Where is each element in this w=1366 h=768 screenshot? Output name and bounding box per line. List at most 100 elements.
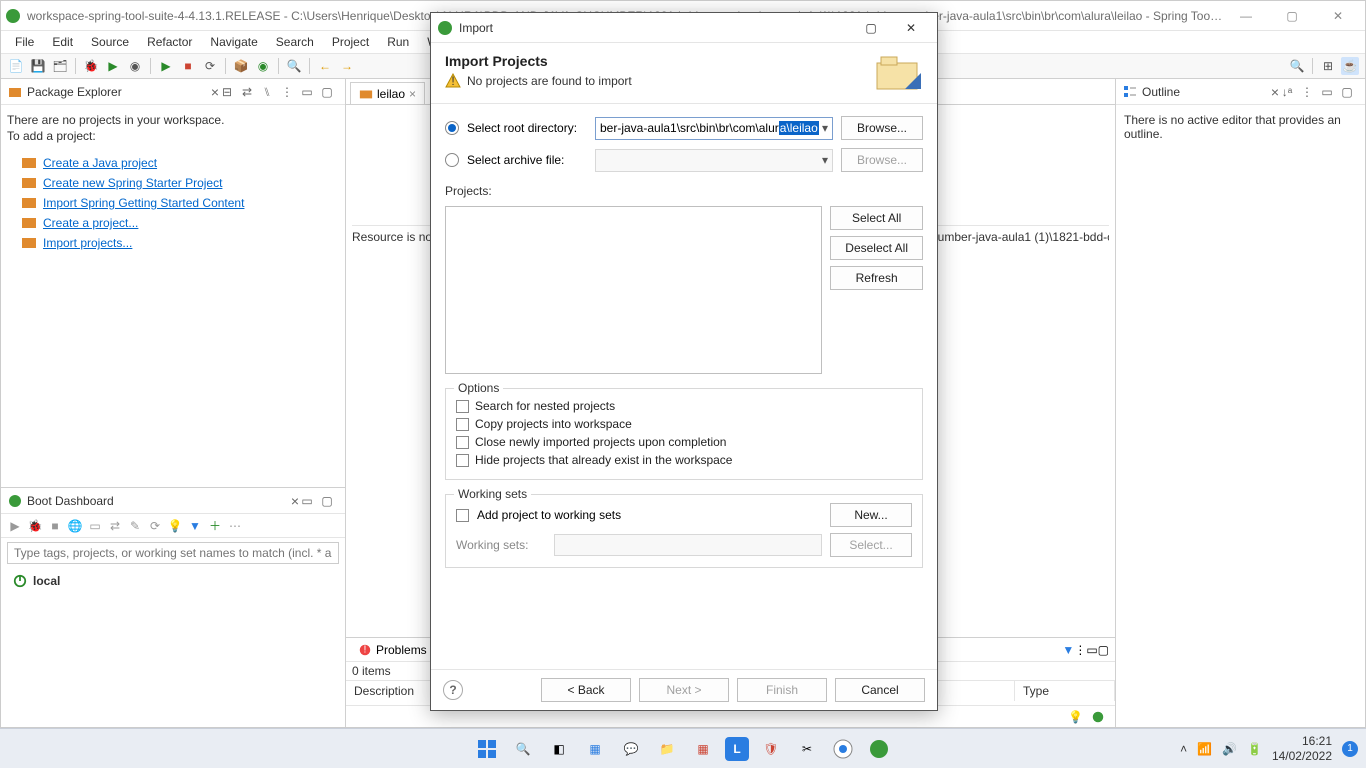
checkbox-close-imported[interactable] xyxy=(456,436,469,449)
coverage-icon[interactable]: ◉ xyxy=(126,57,144,75)
relaunch-icon[interactable]: ⟳ xyxy=(201,57,219,75)
menu-navigate[interactable]: Navigate xyxy=(202,33,265,51)
app-icon-2[interactable]: L xyxy=(725,737,749,761)
link-label[interactable]: Import Spring Getting Started Content xyxy=(43,196,244,210)
link-label[interactable]: Create a project... xyxy=(43,216,138,230)
menu-edit[interactable]: Edit xyxy=(44,33,81,51)
new-working-set-button[interactable]: New... xyxy=(830,503,912,527)
chat-icon[interactable]: 💬 xyxy=(617,735,645,763)
link-editor-icon[interactable]: ⇄ xyxy=(239,84,255,100)
menu-run[interactable]: Run xyxy=(379,33,417,51)
bd-menu-icon[interactable]: ⋯ xyxy=(227,518,243,534)
debug-icon[interactable]: 🐞 xyxy=(82,57,100,75)
link-label[interactable]: Create new Spring Starter Project xyxy=(43,176,222,190)
link-import-spring-gs[interactable]: Import Spring Getting Started Content xyxy=(7,193,339,213)
start-icon[interactable] xyxy=(473,735,501,763)
spring-status-icon[interactable] xyxy=(1091,710,1105,724)
col-type[interactable]: Type xyxy=(1015,681,1115,701)
link-label[interactable]: Import projects... xyxy=(43,236,132,250)
chevron-down-icon[interactable]: ▾ xyxy=(822,121,828,135)
menu-search[interactable]: Search xyxy=(268,33,322,51)
checkbox-add-working-set[interactable] xyxy=(456,509,469,522)
bd-filter-icon[interactable]: ▼ xyxy=(187,518,203,534)
link-create-project[interactable]: Create a project... xyxy=(7,213,339,233)
run-last-icon[interactable]: ▶ xyxy=(157,57,175,75)
view-menu-icon[interactable]: ⋮ xyxy=(279,84,295,100)
collapse-all-icon[interactable]: ⊟ xyxy=(219,84,235,100)
tip-icon[interactable]: 💡 xyxy=(1068,710,1083,724)
spring-tool-icon[interactable] xyxy=(865,735,893,763)
run-icon[interactable]: ▶ xyxy=(104,57,122,75)
mcafee-icon[interactable]: 🛡 xyxy=(757,735,785,763)
new-package-icon[interactable]: 📦 xyxy=(232,57,250,75)
maximize-button[interactable]: ▢ xyxy=(1269,1,1315,31)
deselect-all-button[interactable]: Deselect All xyxy=(830,236,923,260)
wifi-icon[interactable]: 📶 xyxy=(1197,742,1212,756)
link-create-java-project[interactable]: Create a Java project xyxy=(7,153,339,173)
minimize-view-icon[interactable]: ▭ xyxy=(1086,643,1097,657)
boot-dashboard-node-local[interactable]: local xyxy=(13,574,333,588)
quick-access-icon[interactable]: 🔍 xyxy=(1288,57,1306,75)
search-icon[interactable]: 🔍 xyxy=(285,57,303,75)
bd-stop-icon[interactable]: ■ xyxy=(47,518,63,534)
widgets-icon[interactable]: ▦ xyxy=(581,735,609,763)
link-create-spring-starter[interactable]: Create new Spring Starter Project xyxy=(7,173,339,193)
filter-icon[interactable]: ▼ xyxy=(1062,643,1074,657)
radio-root-directory[interactable] xyxy=(445,121,459,135)
bd-start-icon[interactable]: ▶ xyxy=(7,518,23,534)
maximize-view-icon[interactable]: ▢ xyxy=(1098,643,1109,657)
root-directory-field[interactable]: ber-java-aula1\src\bin\br\com\alura\leil… xyxy=(595,117,833,140)
bd-bulb-icon[interactable]: 💡 xyxy=(167,518,183,534)
view-menu-icon[interactable]: ⋮ xyxy=(1074,643,1086,657)
menu-file[interactable]: File xyxy=(7,33,42,51)
minimize-view-icon[interactable]: ▭ xyxy=(299,493,315,509)
minimize-button[interactable]: — xyxy=(1223,1,1269,31)
view-close-icon[interactable]: × xyxy=(211,84,219,100)
maximize-view-icon[interactable]: ▢ xyxy=(319,84,335,100)
bd-refresh-icon[interactable]: ⟳ xyxy=(147,518,163,534)
chrome-icon[interactable] xyxy=(829,735,857,763)
browse-root-button[interactable]: Browse... xyxy=(841,116,923,140)
problems-tab[interactable]: ! Problems xyxy=(352,641,433,659)
bd-add-icon[interactable]: ＋ xyxy=(207,518,223,534)
back-nav-icon[interactable]: ← xyxy=(316,57,334,75)
taskbar-clock[interactable]: 16:21 14/02/2022 xyxy=(1272,734,1332,763)
search-taskbar-icon[interactable]: 🔍 xyxy=(509,735,537,763)
menu-project[interactable]: Project xyxy=(324,33,377,51)
bd-console-icon[interactable]: ▭ xyxy=(87,518,103,534)
java-perspective-icon[interactable]: ☕ xyxy=(1341,57,1359,75)
boot-dashboard-filter[interactable] xyxy=(7,542,339,564)
maximize-view-icon[interactable]: ▢ xyxy=(319,493,335,509)
task-view-icon[interactable]: ◧ xyxy=(545,735,573,763)
cancel-button[interactable]: Cancel xyxy=(835,678,925,702)
notifications-icon[interactable]: 1 xyxy=(1342,741,1358,757)
link-label[interactable]: Create a Java project xyxy=(43,156,157,170)
filter-icon[interactable]: ⑊ xyxy=(259,84,275,100)
app-icon-1[interactable]: ▦ xyxy=(689,735,717,763)
menu-refactor[interactable]: Refactor xyxy=(139,33,200,51)
stop-icon[interactable]: ■ xyxy=(179,57,197,75)
bd-open-browser-icon[interactable]: 🌐 xyxy=(67,518,83,534)
checkbox-copy-workspace[interactable] xyxy=(456,418,469,431)
tray-chevron-icon[interactable]: ˄ xyxy=(1180,742,1187,756)
new-class-icon[interactable]: ◉ xyxy=(254,57,272,75)
close-tab-icon[interactable]: × xyxy=(409,87,416,101)
sort-icon[interactable]: ↓ᵃ xyxy=(1279,84,1295,100)
view-close-icon[interactable]: × xyxy=(291,493,299,509)
refresh-button[interactable]: Refresh xyxy=(830,266,923,290)
snip-icon[interactable]: ✂ xyxy=(793,735,821,763)
new-icon[interactable]: 📄 xyxy=(7,57,25,75)
view-close-icon[interactable]: × xyxy=(1271,84,1279,100)
checkbox-hide-existing[interactable] xyxy=(456,454,469,467)
minimize-view-icon[interactable]: ▭ xyxy=(299,84,315,100)
menu-source[interactable]: Source xyxy=(83,33,137,51)
dialog-maximize-button[interactable]: ▢ xyxy=(851,14,891,42)
dialog-close-button[interactable]: ✕ xyxy=(891,14,931,42)
checkbox-search-nested[interactable] xyxy=(456,400,469,413)
battery-icon[interactable]: 🔋 xyxy=(1247,742,1262,756)
radio-archive-file[interactable] xyxy=(445,153,459,167)
close-button[interactable]: ✕ xyxy=(1315,1,1361,31)
volume-icon[interactable]: 🔊 xyxy=(1222,742,1237,756)
link-import-projects[interactable]: Import projects... xyxy=(7,233,339,253)
bd-link-icon[interactable]: ⇄ xyxy=(107,518,123,534)
